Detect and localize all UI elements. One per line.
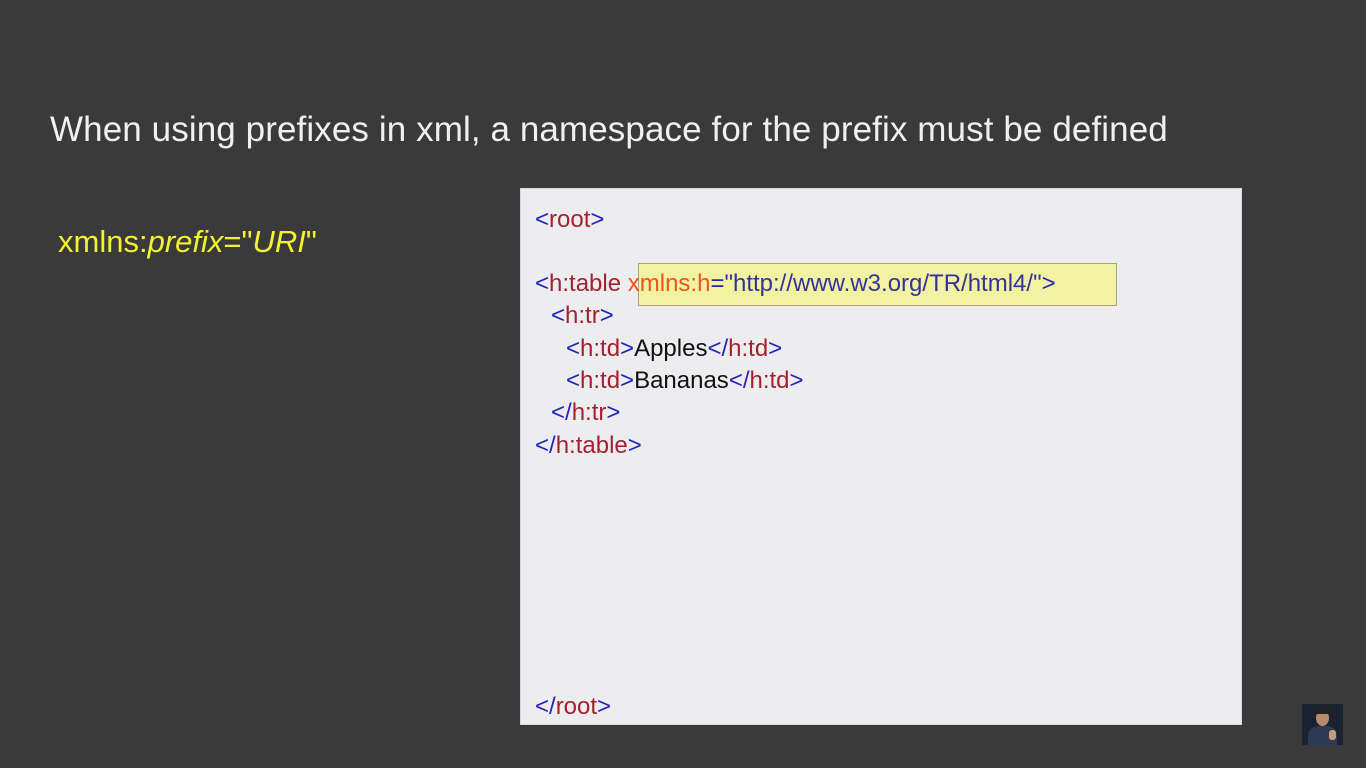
namespace-attribute-name: xmlns:h [627, 270, 711, 297]
namespace-attribute-value: "http://www.w3.org/TR/html4/" [724, 270, 1042, 297]
code-panel: <root> <h:table xmlns:h="http://www.w3.o… [520, 188, 1242, 725]
syntax-uri: URI [252, 224, 306, 259]
code-line-root-close: </root> [535, 693, 612, 720]
syntax-xmlns: xmlns: [58, 224, 148, 259]
syntax-equals-quote: =" [223, 224, 253, 259]
syntax-close-quote: " [305, 224, 317, 259]
code-line-table-close: </h:table> [535, 432, 642, 459]
code-line-td-apples: <h:td>Apples</h:td> [566, 335, 783, 362]
code-line-tr-open: <h:tr> [551, 302, 614, 329]
code-line-tr-close: </h:tr> [551, 399, 621, 426]
code-line-td-bananas: <h:td>Bananas</h:td> [566, 367, 804, 394]
slide-title: When using prefixes in xml, a namespace … [50, 110, 1168, 149]
syntax-prefix: prefix [147, 224, 224, 259]
code-line-root-open: <root> [535, 206, 605, 233]
namespace-syntax: xmlns:prefix="URI" [58, 224, 317, 260]
presenter-thumbnail-icon [1302, 704, 1343, 745]
code-line-table-open: <h:table xmlns:h="http://www.w3.org/TR/h… [535, 270, 1056, 297]
